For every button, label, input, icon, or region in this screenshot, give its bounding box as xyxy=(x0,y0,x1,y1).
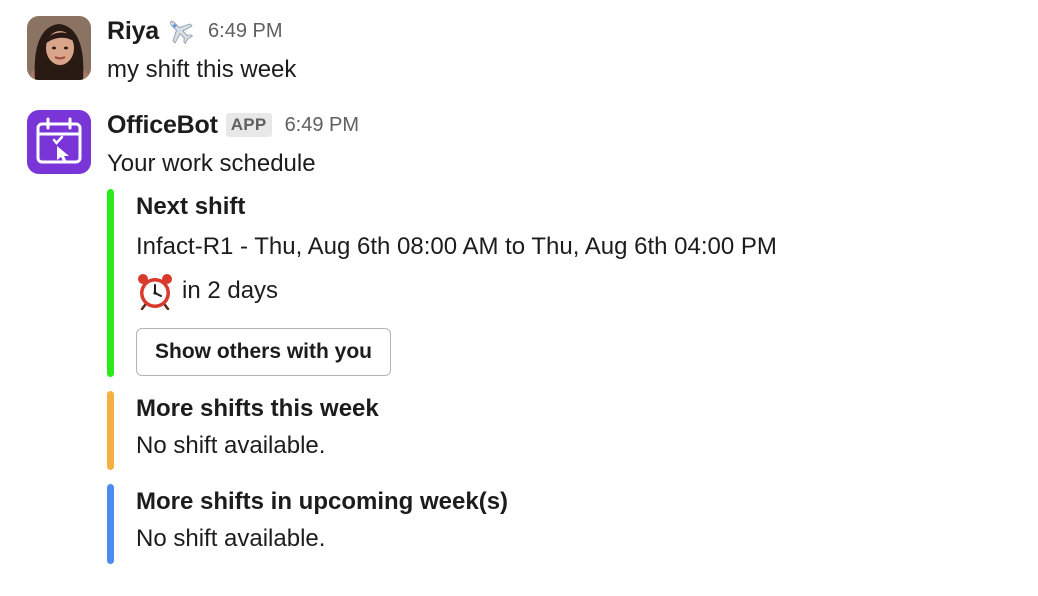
shift-detail: Infact-R1 - Thu, Aug 6th 08:00 AM to Thu… xyxy=(136,233,777,260)
show-others-button[interactable]: Show others with you xyxy=(136,328,392,376)
avatar-officebot[interactable] xyxy=(27,110,91,174)
attachment-title: More shifts in upcoming week(s) xyxy=(136,488,509,515)
attachment-title: Next shift xyxy=(136,193,246,220)
attachment-next-shift: Next shift Infact-R1 - Thu, Aug 6th 08:0… xyxy=(107,189,967,377)
attachment-title: More shifts this week xyxy=(136,395,379,422)
shift-detail: No shift available. xyxy=(136,525,326,552)
attachment-color-bar xyxy=(107,189,114,377)
sender-name[interactable]: Riya xyxy=(107,17,159,46)
avatar-riya[interactable] xyxy=(27,16,91,80)
attachment-upcoming-weeks: More shifts in upcoming week(s) No shift… xyxy=(107,484,967,564)
timestamp[interactable]: 6:49 PM xyxy=(208,20,282,43)
message-text: Your work schedule xyxy=(107,150,316,177)
shift-countdown: in 2 days xyxy=(136,272,967,311)
user-photo-icon xyxy=(27,16,91,80)
calendar-tap-icon xyxy=(27,110,91,174)
shift-detail: No shift available. xyxy=(136,432,326,459)
countdown-text: in 2 days xyxy=(182,277,279,304)
attachment-color-bar xyxy=(107,391,114,470)
message-text: my shift this week xyxy=(107,56,297,83)
attachment-color-bar xyxy=(107,484,114,564)
attachment-more-shifts-week: More shifts this week No shift available… xyxy=(107,391,967,470)
alarm-clock-icon xyxy=(136,272,174,311)
timestamp[interactable]: 6:49 PM xyxy=(285,114,359,137)
airplane-icon xyxy=(165,16,195,46)
sender-name[interactable]: OfficeBot xyxy=(107,111,218,140)
app-badge: APP xyxy=(225,113,272,137)
